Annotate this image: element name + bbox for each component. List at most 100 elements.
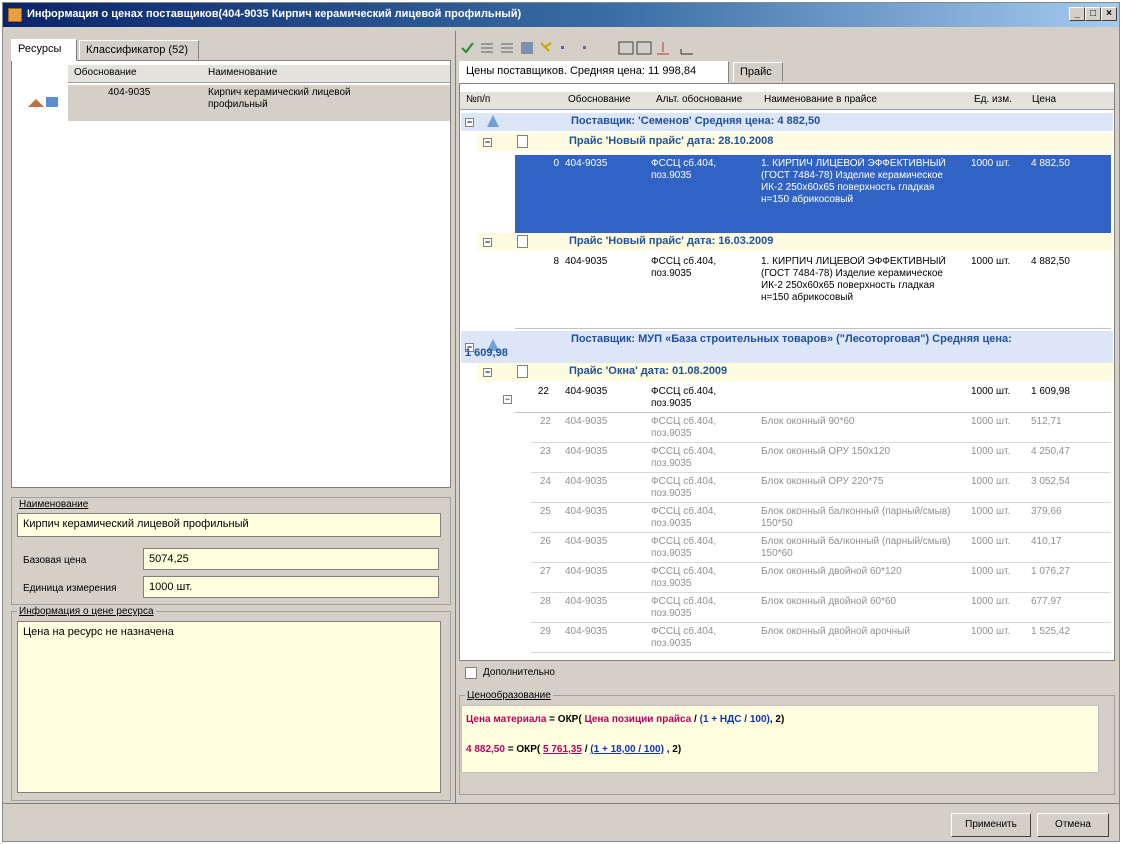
resource-row[interactable]: 404-9035 Кирпич керамический лицевой про… [68,85,450,121]
row-name: Блок оконный 90*60 [761,416,855,427]
row-unit: 1000 шт. [971,416,1011,427]
collapse-price-3[interactable]: − [483,368,492,377]
tab-classifier[interactable]: Классификатор (52) [79,40,199,60]
collapse-supplier-1[interactable]: − [465,118,474,127]
footer-divider [3,803,1119,804]
price-list-row-1[interactable]: − Прайс 'Новый прайс' дата: 28.10.2008 [477,133,1113,151]
window-icon[interactable] [617,39,633,55]
row-unit: 1000 шт. [971,386,1011,397]
window2-icon[interactable] [635,39,651,55]
formula-price-name: Цена позиции прайса [584,714,692,725]
pin-icon[interactable] [655,39,671,55]
apply-button[interactable]: Применить [951,813,1031,837]
formula-line-2: 4 882,50 = ОКР( 5 761,35 / (1 + 18,00 / … [466,744,681,755]
corner-icon[interactable] [675,39,691,55]
row-num: 23 [539,446,551,457]
row-code: 404-9035 [565,386,608,397]
tab-supplier-prices[interactable]: Цены поставщиков. Средняя цена: 11 998,8… [459,61,729,83]
check-icon[interactable] [459,39,475,55]
row-alt: ФССЦ сб.404, поз.9035 [651,506,717,529]
cancel-button[interactable]: Отмена [1037,813,1109,837]
sub-table-row[interactable]: 25 404-9035 ФССЦ сб.404, поз.9035 Блок окон… [531,503,1111,533]
row-price: 677,97 [1031,596,1062,607]
col-header-price: Цена [1032,94,1057,105]
splitter[interactable] [455,31,456,803]
row-alt: ФССЦ сб.404, поз.9035 [651,158,717,181]
base-price-field[interactable]: 5074,25 [143,548,439,570]
row-name: Блок оконный двойной 60*120 [761,566,902,577]
col-header-code: Обоснование [568,94,631,105]
sub-table-row[interactable]: 23 404-9035 ФССЦ сб.404, поз.9035 Блок окон… [531,443,1111,473]
grid-icon[interactable] [519,39,535,55]
minimize-button[interactable]: _ [1069,7,1085,21]
resource-table-header: Обоснование Наименование [68,65,450,83]
row-num: 26 [539,536,551,547]
formula-vat: (1 + НДС / 100) [699,714,770,725]
formula-box: Цена материала = ОКР( Цена позиции прайс… [461,705,1099,773]
table-row-selected[interactable]: 0 404-9035 ФССЦ сб.404, поз.9035 1. КИРП… [515,155,1111,233]
sub-table-row[interactable]: 26 404-9035 ФССЦ сб.404, поз.9035 Блок окон… [531,533,1111,563]
sub-table-row[interactable]: 29 404-9035 ФССЦ сб.404, поз.9035 Блок окон… [531,623,1111,653]
col-header-name: Наименование [208,67,278,78]
row-unit: 1000 шт. [971,566,1011,577]
row-code: 404-9035 [565,158,608,169]
row-code: 404-9035 [565,566,608,577]
row-price: 1 076,27 [1031,566,1070,577]
close-button[interactable]: × [1101,7,1117,21]
row-num: 8 [553,256,559,267]
table-row[interactable]: − 22 404-9035 ФССЦ сб.404, поз.9035 1000… [503,383,1111,413]
unit-label: Единица измерения [23,583,117,594]
row-code: 404-9035 [565,596,608,607]
row-code: 404-9035 [565,626,608,637]
row-unit: 1000 шт. [971,256,1011,267]
sub-table-row[interactable]: 27 404-9035 ФССЦ сб.404, поз.9035 Блок окон… [531,563,1111,593]
row-code: 404-9035 [565,416,608,427]
row-alt: ФССЦ сб.404, поз.9035 [651,416,717,439]
name-field[interactable]: Кирпич керамический лицевой профильный [17,513,441,537]
price-list-row-2[interactable]: − Прайс 'Новый прайс' дата: 16.03.2009 [477,233,1113,251]
sub-table-row[interactable]: 22 404-9035 ФССЦ сб.404, поз.9035 Блок окон… [531,413,1111,443]
sub-table-row[interactable]: 28 404-9035 ФССЦ сб.404, поз.9035 Блок окон… [531,593,1111,623]
additional-checkbox[interactable] [465,667,477,679]
row-alt: ФССЦ сб.404, поз.9035 [651,566,717,589]
tab-price-list[interactable]: Прайс [733,62,783,82]
row-price: 4 882,50 [1031,158,1070,169]
document-icon [517,235,528,248]
row-num: 22 [537,386,549,397]
table-row[interactable]: 8 404-9035 ФССЦ сб.404, поз.9035 1. КИРП… [515,253,1111,329]
col-header-num: №п/п [466,94,491,105]
row-unit: 1000 шт. [971,626,1011,637]
formula-end: , 2) [769,714,785,725]
row-price: 379,66 [1031,506,1062,517]
col-header-unit: Ед. изм. [974,94,1012,105]
title-bar[interactable]: Информация о ценах поставщиков(404-9035 … [3,3,1119,27]
sub-table-row[interactable]: 24 404-9035 ФССЦ сб.404, поз.9035 Блок окон… [531,473,1111,503]
row-code: 404-9035 [565,506,608,517]
formula-vat-link[interactable]: (1 + 18,00 / 100) [590,744,664,755]
supplier-2-label: Поставщик: МУП «База строительных товаро… [571,333,1012,345]
wand-icon[interactable] [539,39,555,55]
row-price: 1 525,42 [1031,626,1070,637]
tab-resources[interactable]: Ресурсы [11,39,77,61]
row-name: 1. КИРПИЧ ЛИЦЕВОЙ ЭФФЕКТИВНЫЙ (ГОСТ 7484… [761,158,946,205]
unit-field[interactable]: 1000 шт. [143,576,439,598]
supplier-row-2[interactable]: − Поставщик: МУП «База строительных това… [461,331,1113,363]
outdent-icon[interactable] [499,39,515,55]
supplier-row-1[interactable]: − Поставщик: 'Семенов' Средняя цена: 4 8… [461,113,1113,131]
base-price-label: Базовая цена [23,555,87,566]
price-list-row-3[interactable]: − Прайс 'Окна' дата: 01.08.2009 [477,363,1113,381]
row-name: Блок оконный ОРУ 220*75 [761,476,884,487]
collapse-price-2[interactable]: − [483,238,492,247]
formula-result-name: Цена материала [466,714,547,725]
row-name: Блок оконный ОРУ 150х120 [761,446,891,457]
indent-icon[interactable] [479,39,495,55]
row-code: 404-9035 [565,446,608,457]
collapse-price-1[interactable]: − [483,138,492,147]
maximize-button[interactable]: □ [1085,7,1101,21]
price-info-field[interactable]: Цена на ресурс не назначена [17,621,441,793]
row-price: 4 250,47 [1031,446,1070,457]
document-icon [517,365,528,378]
supplier-2-avg: 1 609,98 [465,347,508,359]
formula-price-link[interactable]: 5 761,35 [543,744,582,755]
collapse-row-22[interactable]: − [503,395,512,404]
